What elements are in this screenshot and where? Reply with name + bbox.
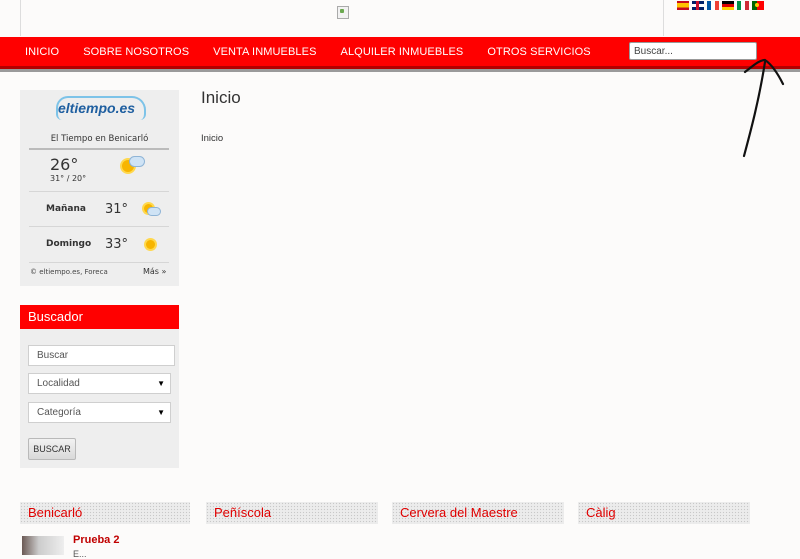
category-peniscola[interactable]: Peñíscola [206,502,378,524]
de-flag-icon[interactable] [722,1,734,10]
weather-row-divider [29,191,169,192]
arrow-annotation-icon [742,58,785,158]
forecast-day-2-label: Domingo [46,239,92,249]
buscar-button[interactable]: BUSCAR [28,438,76,460]
weather-city: El Tiempo en Benicarló [50,134,149,144]
breadcrumb: Inicio [201,133,224,144]
caret-down-icon: ▼ [157,408,165,417]
nav-item-venta-inmuebles[interactable]: VENTA INMUEBLES [201,46,328,58]
locality-select[interactable]: Localidad ▼ [28,373,171,394]
broken-image-icon [337,6,349,19]
category-benicarlo[interactable]: Benicarló [20,502,190,524]
eltiempo-logo[interactable]: eltiempo.es [58,100,135,116]
pt-flag-icon[interactable] [752,1,764,10]
listing-thumbnail[interactable] [22,536,64,555]
forecast-day-1-label: Mañana [46,204,86,214]
search-panel-title: Buscador [20,305,179,329]
caret-down-icon: ▼ [157,379,165,388]
forecast-day-2-temp: 33° [105,237,129,252]
logo-area [20,0,664,36]
current-temp-range: 31° / 20° [50,174,87,183]
en-flag-icon[interactable] [692,1,704,10]
cloud-icon [147,207,161,216]
weather-credit: © eltiempo.es, Foreca [30,268,108,276]
category-calig[interactable]: Càlig [578,502,750,524]
listing-title[interactable]: Prueba 2 [73,534,119,546]
weather-row-divider [29,226,169,227]
language-selector [677,1,764,10]
main-nav: INICIO SOBRE NOSOTROS VENTA INMUEBLES AL… [0,37,800,72]
it-flag-icon[interactable] [737,1,749,10]
nav-item-otros-servicios[interactable]: OTROS SERVICIOS [475,46,602,58]
category-select[interactable]: Categoría ▼ [28,402,171,423]
category-cervera-del-maestre[interactable]: Cervera del Maestre [392,502,564,524]
nav-item-alquiler-inmuebles[interactable]: ALQUILER INMUEBLES [329,46,476,58]
site-header [0,0,800,37]
forecast-day-1-temp: 31° [105,202,129,217]
page-title: Inicio [201,88,241,107]
sun-icon [146,240,155,249]
weather-divider [29,148,169,150]
fr-flag-icon[interactable] [707,1,719,10]
listing-subtitle: E... [73,549,87,559]
es-flag-icon[interactable] [677,1,689,10]
buscador-search-input[interactable]: Buscar [28,345,175,366]
locality-select-value: Localidad [37,378,80,389]
nav-item-inicio[interactable]: INICIO [13,46,71,58]
nav-item-sobre-nosotros[interactable]: SOBRE NOSOTROS [71,46,201,58]
weather-more-link[interactable]: Más » [143,267,166,276]
category-select-value: Categoría [37,407,81,418]
weather-row-divider [29,262,169,263]
weather-widget: eltiempo.es El Tiempo en Benicarló 26° 3… [20,90,179,286]
current-temp: 26° [50,155,79,174]
cloud-icon [129,156,145,167]
